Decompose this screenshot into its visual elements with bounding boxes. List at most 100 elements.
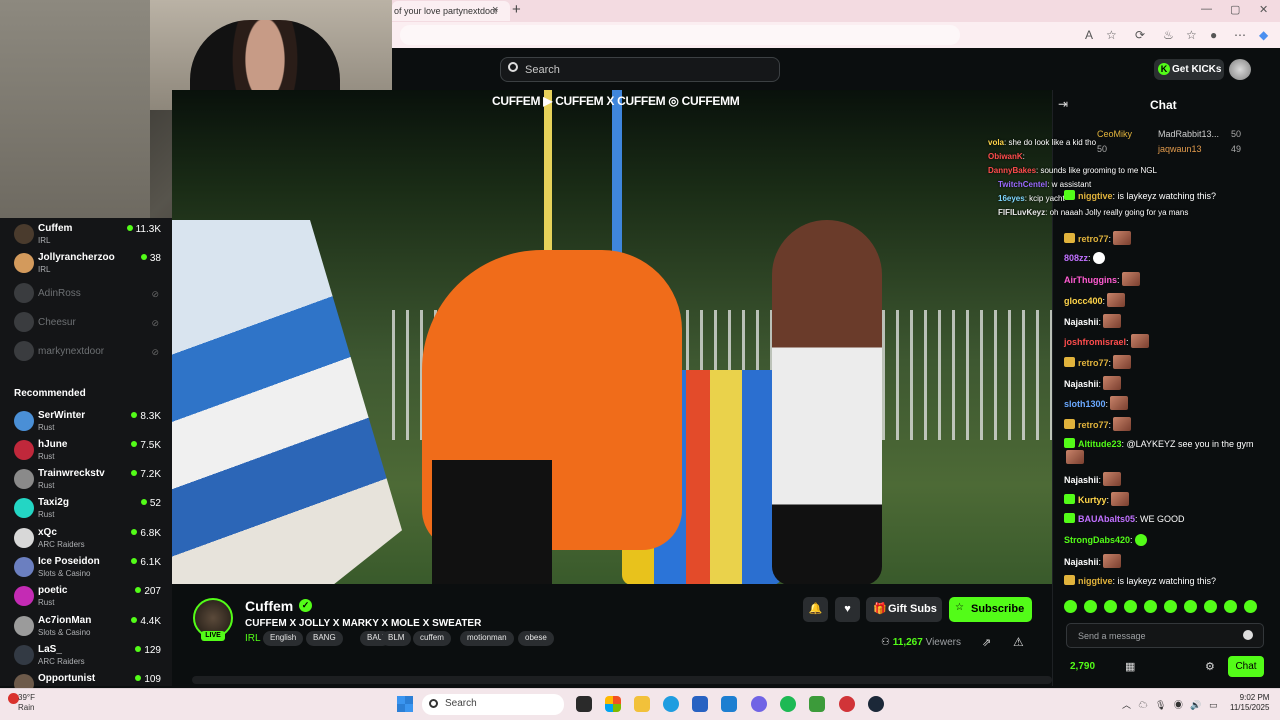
- top-gifter-name[interactable]: jaqwaun13: [1158, 144, 1202, 154]
- sidebar-channel[interactable]: Cheesur ⊘: [10, 309, 165, 337]
- address-bar[interactable]: [400, 25, 960, 45]
- performance-icon[interactable]: ♨: [1163, 28, 1174, 42]
- chat-username[interactable]: niggtive: [1078, 576, 1113, 586]
- copilot-icon[interactable]: ◆: [1259, 28, 1268, 42]
- chat-username[interactable]: retro77: [1078, 358, 1109, 368]
- chat-username[interactable]: Najashii: [1064, 557, 1099, 567]
- profile-icon[interactable]: ●: [1210, 28, 1217, 42]
- sidebar-recommended-channel[interactable]: poetic Rust 207: [10, 583, 165, 611]
- chat-username[interactable]: AirThuggins: [1064, 275, 1117, 285]
- avatar: [14, 557, 34, 577]
- sidebar-channel[interactable]: Cuffem IRL 11.3K: [10, 221, 165, 249]
- streamer-name[interactable]: Cuffem: [245, 598, 293, 614]
- more-menu-icon[interactable]: ⋯: [1234, 28, 1246, 42]
- stream-tag[interactable]: English: [263, 631, 304, 646]
- chat-username[interactable]: BAUAbalts05: [1078, 514, 1135, 524]
- search-input[interactable]: Search: [500, 57, 780, 82]
- sidebar-recommended-channel[interactable]: Ac7ionMan Slots & Casino 4.4K: [10, 613, 165, 641]
- steam-icon[interactable]: [868, 696, 884, 712]
- sidebar-recommended-channel[interactable]: hJune Rust 7.5K: [10, 437, 165, 465]
- top-gifter-name[interactable]: MadRabbit13...: [1158, 129, 1219, 139]
- favorites-icon[interactable]: ☆: [1186, 28, 1197, 42]
- copilot-app-icon[interactable]: [605, 696, 621, 712]
- chat-username[interactable]: Najashii: [1064, 317, 1099, 327]
- app-icon[interactable]: [809, 696, 825, 712]
- window-close-icon[interactable]: ✕: [1259, 3, 1268, 16]
- clock[interactable]: 9:02 PM 11/15/2025: [1230, 693, 1269, 713]
- outlook-icon[interactable]: [721, 696, 737, 712]
- chat-username[interactable]: 808zz: [1064, 253, 1088, 263]
- chat-username[interactable]: retro77: [1078, 420, 1109, 430]
- horizontal-scrollbar[interactable]: [192, 676, 1052, 684]
- read-aloud-icon[interactable]: A: [1085, 28, 1093, 42]
- tab-close-icon[interactable]: ×: [492, 4, 498, 16]
- emote-bar[interactable]: [1064, 600, 1269, 616]
- channel-points[interactable]: 2,790: [1070, 661, 1095, 672]
- notification-bell-button[interactable]: 🔔: [803, 597, 828, 622]
- sidebar-recommended-channel[interactable]: xQc ARC Raiders 6.8K: [10, 525, 165, 553]
- viewer-count: 129: [135, 645, 161, 656]
- chat-username[interactable]: StrongDabs420: [1064, 535, 1130, 545]
- new-tab-button[interactable]: +: [512, 1, 521, 18]
- weather-widget[interactable]: 39°F Rain: [18, 693, 35, 713]
- emoji-picker-icon[interactable]: [1243, 630, 1253, 640]
- share-icon[interactable]: ⇗: [982, 636, 991, 649]
- chat-username[interactable]: Najashii: [1064, 475, 1099, 485]
- sidebar-recommended-channel[interactable]: SerWinter Rust 8.3K: [10, 408, 165, 436]
- chat-username[interactable]: glocc400: [1064, 296, 1103, 306]
- video-player[interactable]: CUFFEM ▶ CUFFEM X CUFFEM ◎ CUFFEMM: [172, 90, 1052, 584]
- system-tray[interactable]: ︿ ☁ 🎙 ◉ 🔊 ▭: [1122, 698, 1218, 711]
- chat-username[interactable]: sloth1300: [1064, 399, 1106, 409]
- gear-icon[interactable]: ⚙: [1205, 660, 1215, 673]
- maximize-icon[interactable]: ▢: [1230, 3, 1240, 16]
- chat-username[interactable]: niggtive: [1078, 191, 1113, 201]
- store-icon[interactable]: ▦: [1125, 660, 1135, 673]
- chat-text: : is laykeyz watching this?: [1112, 576, 1217, 586]
- chat-send-button[interactable]: Chat: [1228, 656, 1264, 677]
- sidebar-channel[interactable]: markynextdoor ⊘: [10, 338, 165, 366]
- channel-name: Taxi2g: [38, 497, 69, 508]
- favorite-star-icon[interactable]: ☆: [1106, 28, 1117, 42]
- chat-username[interactable]: Altitude23: [1078, 439, 1122, 449]
- top-gifter-name[interactable]: CeoMiky: [1097, 129, 1132, 139]
- follow-heart-button[interactable]: ♥: [835, 597, 860, 622]
- chat-username[interactable]: joshfromisrael: [1064, 337, 1126, 347]
- stream-tag[interactable]: BLM: [381, 631, 412, 646]
- chat-text: :: [1108, 420, 1112, 430]
- emote-icon: [1103, 472, 1122, 486]
- sidebar-channel[interactable]: AdinRoss ⊘: [10, 280, 165, 308]
- user-avatar[interactable]: [1229, 59, 1251, 80]
- spotify-icon[interactable]: [780, 696, 796, 712]
- obs-icon[interactable]: [839, 696, 855, 712]
- extensions-icon[interactable]: ⟳: [1135, 28, 1145, 42]
- chat-message: 808zz:: [1064, 252, 1269, 264]
- windows-start-icon[interactable]: [397, 696, 413, 712]
- file-explorer-icon[interactable]: [634, 696, 650, 712]
- chat-username[interactable]: Kurtyy: [1078, 495, 1107, 505]
- discord-icon[interactable]: [751, 696, 767, 712]
- minimize-icon[interactable]: —: [1201, 3, 1212, 15]
- taskbar-search[interactable]: Search: [422, 694, 564, 715]
- sidebar-recommended-channel[interactable]: Ice Poseidon Slots & Casino 6.1K: [10, 554, 165, 582]
- user-badge-icon: [1064, 575, 1075, 585]
- stream-category[interactable]: IRL: [245, 633, 261, 644]
- task-view-icon[interactable]: [576, 696, 592, 712]
- sidebar-recommended-channel[interactable]: LaS_ ARC Raiders 129: [10, 642, 165, 670]
- chat-username[interactable]: Najashii: [1064, 379, 1099, 389]
- stream-tag[interactable]: cuffem: [413, 631, 451, 646]
- collapse-chat-icon[interactable]: ⇥: [1058, 97, 1068, 111]
- stream-tag[interactable]: BANG: [306, 631, 343, 646]
- gift-icon: 🎁: [873, 603, 887, 615]
- store-app-icon[interactable]: [692, 696, 708, 712]
- channel-name: Ac7ionMan: [38, 615, 92, 626]
- sidebar-channel[interactable]: Jollyrancherzoo IRL 38: [10, 250, 165, 278]
- sidebar-recommended-channel[interactable]: Taxi2g Rust 52: [10, 495, 165, 523]
- stream-tag[interactable]: obese: [518, 631, 554, 646]
- edge-browser-icon[interactable]: [663, 696, 679, 712]
- weather-temperature: 39°F: [18, 693, 35, 702]
- report-icon[interactable]: ⚠: [1013, 635, 1024, 649]
- chat-username[interactable]: retro77: [1078, 234, 1109, 244]
- chat-message-input[interactable]: Send a message: [1066, 623, 1264, 648]
- sidebar-recommended-channel[interactable]: Trainwreckstv Rust 7.2K: [10, 466, 165, 494]
- stream-tag[interactable]: motionman: [460, 631, 514, 646]
